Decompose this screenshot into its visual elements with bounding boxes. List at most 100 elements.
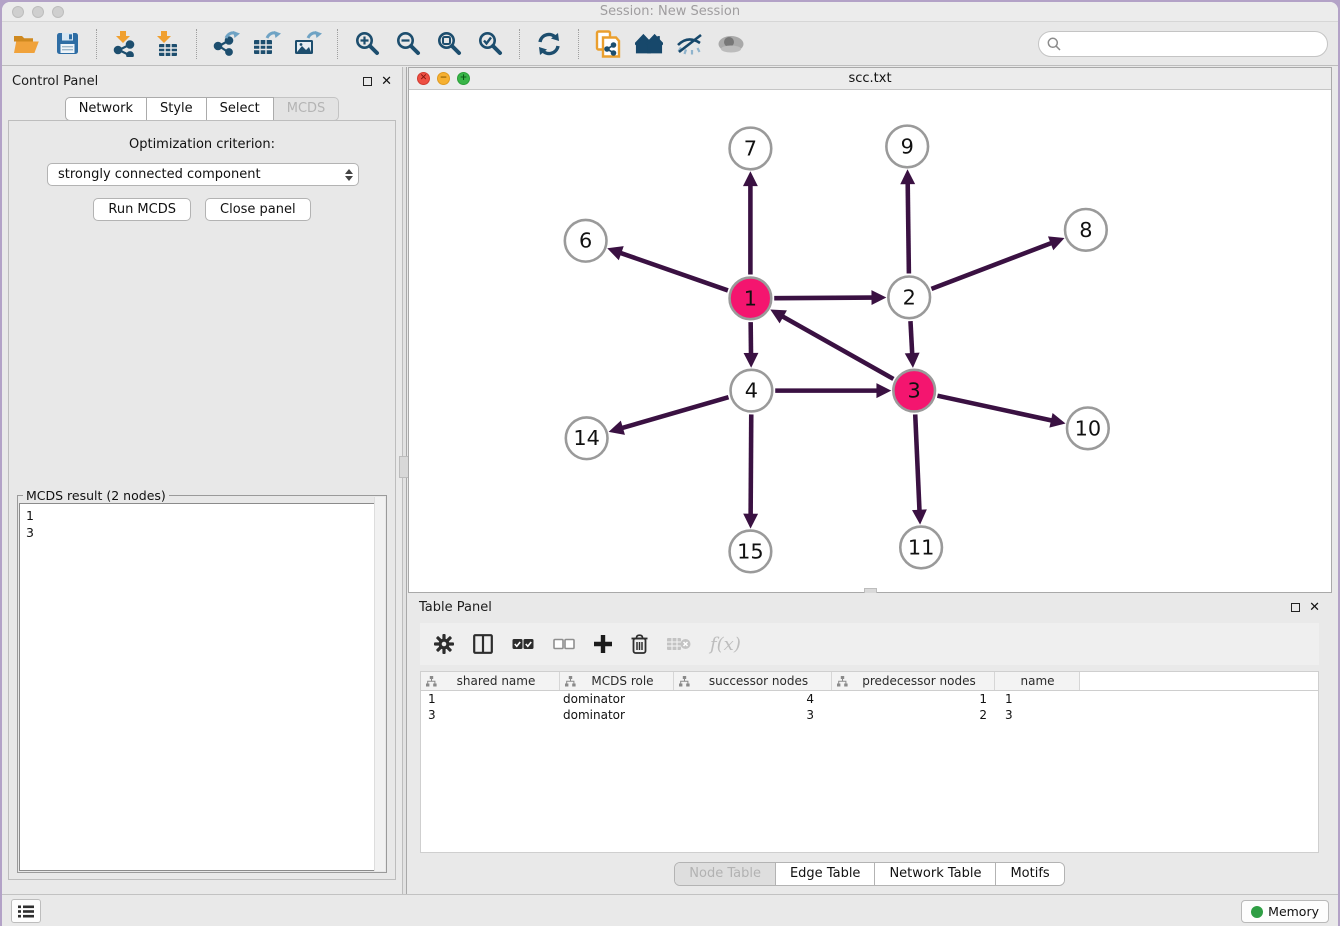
criterion-dropdown[interactable]: strongly connected component [47, 163, 359, 186]
cell[interactable]: 3 [995, 707, 1080, 723]
edge-arrow-1-7 [743, 171, 758, 186]
node-label-15: 15 [737, 539, 764, 563]
table-row[interactable]: 3dominator323 [421, 707, 1318, 723]
search-input[interactable] [1066, 36, 1319, 51]
zoom-in-icon[interactable] [353, 30, 381, 58]
table-tabs: Node TableEdge TableNetwork TableMotifs [407, 862, 1332, 886]
delete-table-icon[interactable] [667, 636, 691, 652]
home-view-icon[interactable] [635, 30, 663, 58]
import-network-icon[interactable] [112, 30, 140, 58]
network-window-titlebar[interactable]: ✕ − + scc.txt [409, 68, 1331, 90]
edge-2-8[interactable] [931, 243, 1052, 289]
mcds-panel: Optimization criterion: strongly connect… [8, 120, 396, 880]
column-header-name[interactable]: name [995, 672, 1080, 690]
app-window: Session: New Session [2, 2, 1338, 926]
edge-4-15[interactable] [751, 414, 752, 515]
close-panel-icon[interactable]: ✕ [381, 75, 392, 88]
tab-select[interactable]: Select [207, 97, 274, 121]
tab-edge-table[interactable]: Edge Table [775, 863, 874, 885]
cell[interactable]: 3 [674, 707, 832, 723]
add-column-icon[interactable] [594, 635, 612, 653]
edge-2-9[interactable] [908, 182, 909, 273]
network-minimize-icon[interactable]: − [437, 72, 450, 85]
network-canvas[interactable]: 7968124314101511 [409, 90, 1331, 592]
table-toolbar: f(x) [420, 623, 1319, 665]
close-table-panel-icon[interactable]: ✕ [1309, 601, 1320, 614]
memory-button[interactable]: Memory [1241, 900, 1329, 923]
cell[interactable]: dominator [560, 691, 674, 707]
mcds-result-title: MCDS result (2 nodes) [23, 488, 169, 503]
maximize-window-button[interactable] [52, 6, 64, 18]
zoom-fit-icon[interactable] [435, 30, 463, 58]
hide-selected-icon[interactable] [676, 30, 704, 58]
edge-3-10[interactable] [937, 396, 1052, 421]
deselect-all-rows-icon[interactable] [553, 638, 575, 650]
edge-2-3[interactable] [910, 321, 912, 355]
memory-status-icon [1251, 906, 1263, 918]
column-header-predecessor-nodes[interactable]: predecessor nodes [832, 672, 995, 690]
copy-network-icon[interactable] [594, 30, 622, 58]
edge-1-6[interactable] [619, 253, 728, 291]
zoom-out-icon[interactable] [394, 30, 422, 58]
mcds-result-list[interactable]: 13 [19, 503, 385, 871]
refresh-view-icon[interactable] [535, 30, 563, 58]
list-icon [18, 905, 34, 918]
task-history-button[interactable] [11, 899, 41, 923]
result-line: 1 [26, 507, 384, 524]
float-panel-icon[interactable] [363, 77, 372, 86]
column-header-shared-name[interactable]: shared name [421, 672, 560, 690]
tab-node-table[interactable]: Node Table [675, 863, 775, 885]
delete-column-icon[interactable] [631, 634, 648, 654]
float-table-panel-icon[interactable] [1291, 603, 1300, 612]
cell[interactable]: 1 [421, 691, 560, 707]
cell[interactable]: 2 [832, 707, 995, 723]
cell[interactable]: 3 [421, 707, 560, 723]
close-panel-button[interactable]: Close panel [205, 198, 311, 221]
tab-network-table[interactable]: Network Table [874, 863, 995, 885]
export-image-icon[interactable] [294, 30, 322, 58]
column-layout-icon[interactable] [473, 634, 493, 654]
edge-1-2[interactable] [774, 298, 873, 299]
tab-network[interactable]: Network [65, 97, 147, 121]
cell[interactable]: 1 [832, 691, 995, 707]
cell[interactable]: 4 [674, 691, 832, 707]
window-controls [12, 6, 64, 18]
tab-motifs[interactable]: Motifs [995, 863, 1063, 885]
save-session-icon[interactable] [53, 30, 81, 58]
result-line: 3 [26, 524, 384, 541]
table-settings-icon[interactable] [434, 634, 454, 654]
table-row[interactable]: 1dominator411 [421, 691, 1318, 707]
open-file-icon[interactable] [12, 30, 40, 58]
search-icon [1047, 37, 1061, 51]
cell[interactable]: dominator [560, 707, 674, 723]
tab-style[interactable]: Style [147, 97, 207, 121]
edge-4-14[interactable] [621, 397, 729, 428]
close-window-button[interactable] [12, 6, 24, 18]
node-label-8: 8 [1079, 218, 1092, 242]
export-table-icon[interactable] [253, 30, 281, 58]
column-header-successor-nodes[interactable]: successor nodes [674, 672, 832, 690]
table-header-row: shared nameMCDS rolesuccessor nodesprede… [421, 672, 1318, 691]
cell[interactable]: 1 [995, 691, 1080, 707]
search-box[interactable] [1038, 31, 1328, 57]
node-table[interactable]: shared nameMCDS rolesuccessor nodesprede… [420, 671, 1319, 853]
result-scrollbar[interactable] [374, 497, 385, 871]
minimize-window-button[interactable] [32, 6, 44, 18]
network-maximize-icon[interactable]: + [457, 72, 470, 85]
apply-function-icon[interactable]: f(x) [710, 634, 741, 655]
export-network-icon[interactable] [212, 30, 240, 58]
network-close-icon[interactable]: ✕ [417, 72, 430, 85]
control-panel-tabs: NetworkStyleSelectMCDS [2, 95, 402, 121]
edge-3-1[interactable] [782, 316, 894, 379]
edge-3-11[interactable] [915, 414, 919, 511]
run-mcds-button[interactable]: Run MCDS [93, 198, 191, 221]
node-label-9: 9 [901, 134, 914, 158]
tab-mcds[interactable]: MCDS [274, 97, 340, 121]
show-all-icon[interactable] [717, 30, 745, 58]
zoom-selected-icon[interactable] [476, 30, 504, 58]
column-header-MCDS-role[interactable]: MCDS role [560, 672, 674, 690]
network-graph[interactable]: 7968124314101511 [409, 90, 1331, 592]
import-table-icon[interactable] [153, 30, 181, 58]
select-all-rows-icon[interactable] [512, 638, 534, 650]
tree-icon [565, 676, 576, 687]
